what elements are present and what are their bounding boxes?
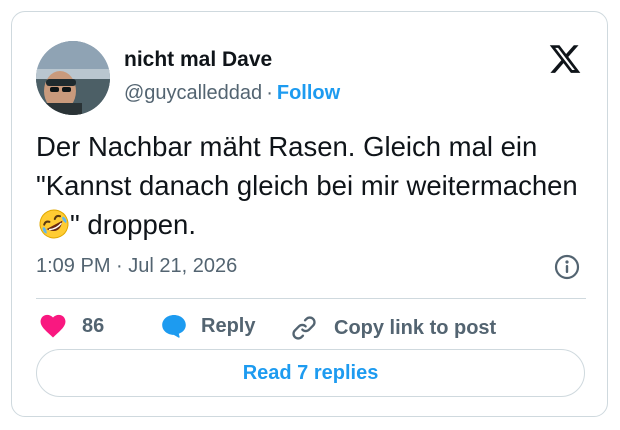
info-icon[interactable] [554, 254, 580, 280]
embedded-post-card: nicht mal Dave @guycalleddad · Follow Der … [11, 11, 608, 417]
separator-dot: · [116, 255, 123, 277]
post-text: Der Nachbar mäht Rasen. Gleich mal ein "… [36, 127, 588, 244]
post-text-before-emoji: Der Nachbar mäht Rasen. Gleich mal ein "… [36, 131, 578, 201]
post-timestamp[interactable]: 1:09 PM · Jul 21, 2026 [36, 255, 237, 278]
reply-label: Reply [201, 314, 256, 337]
copy-link-label: Copy link to post [334, 316, 497, 339]
post-text-after-emoji: " droppen. [70, 209, 196, 240]
read-replies-button[interactable]: Read 7 replies [36, 349, 585, 397]
author-handle-row: @guycalleddad · Follow [124, 82, 340, 105]
author-handle[interactable]: @guycalleddad [124, 82, 262, 104]
like-count: 86 [82, 314, 105, 337]
reply-button[interactable]: Reply [161, 314, 255, 338]
copy-link-button[interactable]: Copy link to post [290, 314, 496, 342]
heart-icon [40, 314, 66, 338]
post-date: Jul 21, 2026 [128, 255, 238, 277]
link-icon [290, 314, 318, 342]
like-button[interactable]: 86 [40, 314, 104, 338]
avatar[interactable] [36, 41, 110, 115]
separator-dot: · [266, 82, 273, 104]
post-time: 1:09 PM [36, 255, 111, 277]
divider [36, 298, 586, 299]
reply-bubble-icon [161, 314, 187, 338]
x-logo-icon[interactable] [548, 42, 582, 76]
follow-button[interactable]: Follow [277, 82, 340, 104]
author-name[interactable]: nicht mal Dave [124, 48, 272, 72]
rolling-laughing-emoji-icon [38, 208, 70, 240]
